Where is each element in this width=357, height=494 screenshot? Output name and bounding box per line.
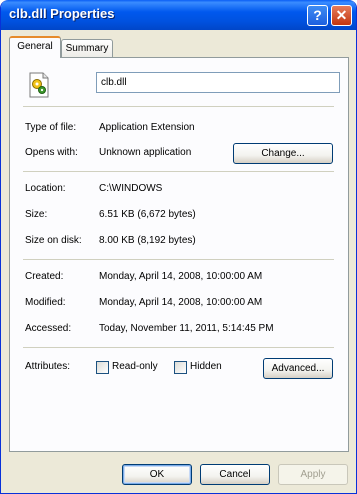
apply-button[interactable]: Apply (278, 464, 348, 485)
window-title: clb.dll Properties (9, 6, 115, 21)
created-value: Monday, April 14, 2008, 10:00:00 AM (99, 271, 263, 282)
size-value: 6.51 KB (6,672 bytes) (99, 209, 196, 220)
cancel-button[interactable]: Cancel (200, 464, 270, 485)
read-only-label[interactable]: Read-only (112, 361, 158, 372)
accessed-label: Accessed: (25, 323, 72, 334)
modified-label: Modified: (25, 297, 66, 308)
separator (23, 259, 334, 260)
opens-with-label: Opens with: (25, 147, 78, 158)
type-of-file-value: Application Extension (99, 122, 195, 133)
help-button[interactable]: ? (307, 5, 328, 26)
properties-dialog: clb.dll Properties ? ✕ General Summary c… (0, 0, 357, 494)
modified-value: Monday, April 14, 2008, 10:00:00 AM (99, 297, 263, 308)
location-label: Location: (25, 183, 66, 194)
dll-file-icon (29, 72, 49, 98)
type-of-file-label: Type of file: (25, 122, 77, 133)
tab-general[interactable]: General (9, 36, 61, 58)
close-icon: ✕ (335, 7, 348, 23)
change-button[interactable]: Change... (233, 143, 333, 164)
tab-summary[interactable]: Summary (61, 39, 113, 58)
size-on-disk-value: 8.00 KB (8,192 bytes) (99, 235, 196, 246)
general-tab-panel (9, 57, 349, 452)
title-bar[interactable]: clb.dll Properties ? ✕ (1, 0, 356, 30)
attributes-label: Attributes: (25, 361, 71, 372)
hidden-label[interactable]: Hidden (190, 361, 222, 372)
question-mark-icon: ? (313, 7, 322, 23)
separator (23, 347, 334, 348)
size-on-disk-label: Size on disk: (25, 235, 82, 246)
advanced-button[interactable]: Advanced... (263, 358, 333, 379)
hidden-checkbox[interactable] (174, 361, 187, 374)
size-label: Size: (25, 209, 48, 220)
created-label: Created: (25, 271, 64, 282)
close-button[interactable]: ✕ (331, 5, 352, 26)
file-name-input[interactable]: clb.dll (96, 72, 340, 93)
separator (23, 106, 334, 107)
location-value: C:\WINDOWS (99, 183, 163, 194)
read-only-checkbox[interactable] (96, 361, 109, 374)
accessed-value: Today, November 11, 2011, 5:14:45 PM (99, 323, 274, 334)
separator (23, 171, 334, 172)
opens-with-value: Unknown application (99, 147, 192, 158)
ok-button[interactable]: OK (122, 464, 192, 485)
